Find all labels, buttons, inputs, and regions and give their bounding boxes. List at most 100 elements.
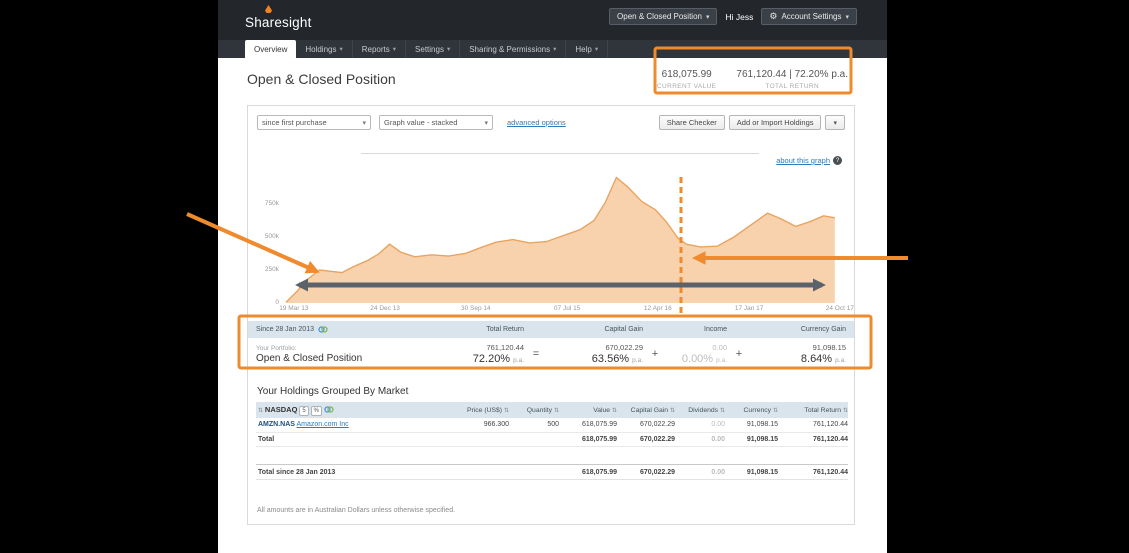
column-header-price[interactable]: Price (US$) ⇅ [444, 402, 509, 418]
tab-sharing-permissions[interactable]: Sharing & Permissions ▾ [460, 40, 567, 58]
cell-dividends: 0.00 [675, 464, 725, 480]
grand-total-row: Total since 28 Jan 2013 618,075.99 670,0… [256, 464, 848, 480]
tab-reports[interactable]: Reports ▾ [353, 40, 407, 58]
chevron-down-icon: ▾ [705, 13, 710, 21]
portfolio-identity: Your Portfolio: Open & Closed Position [256, 345, 429, 364]
overview-card: since first purchase ▾ Graph value - sta… [247, 105, 855, 525]
y-axis-tick-label: 250k [264, 265, 279, 273]
cell-capital-gain: 670,022.29 [617, 418, 675, 433]
column-header-total-return[interactable]: Total Return ⇅ [778, 402, 848, 418]
add-import-dropdown-button[interactable]: ▾ [825, 115, 845, 130]
sharesight-logo[interactable]: Sharesight [245, 5, 312, 32]
account-settings-button[interactable]: ⚙ Account Settings ▾ [761, 8, 857, 25]
total-return-pct: 72.20% [472, 353, 511, 365]
current-value-label: CURRENT VALUE [656, 83, 717, 90]
cell-dividends: 0.00 [675, 418, 725, 433]
column-header-income[interactable]: Income [667, 326, 727, 333]
tab-help[interactable]: Help ▾ [566, 40, 609, 58]
tab-overview[interactable]: Overview [245, 40, 297, 58]
holding-link[interactable]: Amazon.com Inc [297, 421, 349, 428]
chart-toolbar: since first purchase ▾ Graph value - sta… [257, 115, 845, 131]
chevron-down-icon: ▾ [553, 46, 557, 53]
x-axis-tick-label: 24 Oct 17 [825, 305, 854, 312]
cell-capital-gain: 670,022.29 [617, 464, 675, 480]
tab-label: Sharing & Permissions [469, 44, 551, 54]
capital-gain-amount: 670,022.29 [605, 343, 643, 352]
cell-total-return: 761,120.44 [778, 464, 848, 480]
column-header-quantity[interactable]: Quantity ⇅ [509, 402, 559, 418]
column-header-capital-gain[interactable]: Capital Gain [548, 326, 643, 333]
portfolio-selector-label: Open & Closed Position [617, 12, 702, 21]
column-header-currency[interactable]: Currency ⇅ [725, 402, 778, 418]
chart-y-axis: 0 250k 500k 750k [248, 156, 282, 306]
add-import-holdings-button[interactable]: Add or Import Holdings [728, 115, 822, 130]
period-select[interactable]: since first purchase ▾ [257, 115, 371, 130]
cell-value: 618,075.99 [559, 464, 617, 480]
holdings-actions: Share Checker Add or Import Holdings ▾ [658, 115, 845, 130]
account-settings-label: Account Settings [781, 12, 842, 21]
chevron-down-icon: ▾ [845, 13, 849, 21]
chart-x-axis: 19 Mar 13 24 Dec 13 30 Sep 14 07 Jul 15 12 A… [279, 305, 854, 314]
column-header-value[interactable]: Value ⇅ [559, 402, 617, 418]
currency-gain-amount: 91,098.15 [812, 343, 846, 352]
current-value: 618,075.99 [661, 69, 712, 80]
portfolio-name: Open & Closed Position [256, 352, 363, 364]
holding-row: AMZN.NAS Amazon.com Inc 966.300 500 618,… [256, 418, 848, 433]
tab-label: Help [575, 44, 592, 54]
app-window: Sharesight Open & Closed Position ▾ Hi J… [218, 0, 887, 553]
cell-currency: 91,098.15 [725, 418, 778, 433]
performance-summary: Since 28 Jan 2013 Total Return Capital G… [248, 321, 854, 372]
sort-icon: ⇅ [553, 407, 559, 414]
portfolio-selector-button[interactable]: Open & Closed Position ▾ [609, 8, 718, 25]
share-checker-button[interactable]: Share Checker [658, 115, 725, 130]
column-header-capital-gain[interactable]: Capital Gain ⇅ [617, 402, 675, 418]
sort-icon[interactable]: ⇅ [258, 408, 263, 414]
sharesight-logo-text: Sharesight [245, 15, 312, 30]
cell-value: 618,075.99 [559, 431, 617, 447]
performance-summary-header: Since 28 Jan 2013 Total Return Capital G… [248, 321, 854, 338]
grand-total-table: Total since 28 Jan 2013 618,075.99 670,0… [256, 464, 848, 480]
market-count-badge: 5 [299, 405, 309, 416]
pa-suffix: p.a. [632, 357, 643, 364]
header-actions: Open & Closed Position ▾ Hi Jess ⚙ Accou… [609, 8, 857, 25]
x-axis-tick-label: 30 Sep 14 [461, 305, 491, 312]
total-label: Total [256, 431, 444, 447]
gear-icon: ⚙ [769, 11, 778, 21]
capital-gain-pct: 63.56% [591, 353, 630, 365]
advanced-options-link[interactable]: advanced options [507, 118, 566, 127]
chart-area-fill [286, 177, 835, 303]
sort-icon: ⇅ [611, 407, 617, 414]
sort-icon: ⇅ [772, 407, 778, 414]
linked-portfolio-icon [324, 405, 334, 413]
x-axis-tick-label: 19 Mar 13 [279, 305, 309, 312]
cell-capital-gain: 670,022.29 [617, 431, 675, 447]
plus-operator: + [735, 348, 743, 360]
tab-holdings[interactable]: Holdings ▾ [296, 40, 353, 58]
tab-settings[interactable]: Settings ▾ [406, 40, 461, 58]
portfolio-prefix: Your Portfolio: [256, 344, 297, 352]
income-cell: 0.00 0.00% p.a. [667, 343, 727, 365]
column-header-currency-gain[interactable]: Currency Gain [751, 326, 846, 333]
portfolio-value-area-chart [285, 176, 835, 303]
market-total-row: Total 618,075.99 670,022.29 0.00 91,098.… [256, 431, 848, 447]
column-header-dividends[interactable]: Dividends ⇅ [675, 402, 725, 418]
percent-toggle-badge[interactable]: % [310, 405, 322, 416]
capital-gain-cell: 670,022.29 63.56% p.a. [548, 343, 643, 365]
graph-type-select[interactable]: Graph value - stacked ▾ [379, 115, 493, 130]
chevron-down-icon: ▾ [446, 46, 451, 53]
plus-operator: + [651, 348, 659, 360]
sort-icon: ⇅ [842, 407, 848, 414]
holdings-section-title: Your Holdings Grouped By Market [257, 386, 409, 397]
y-axis-tick-label: 750k [264, 199, 279, 207]
holding-name-cell: AMZN.NAS Amazon.com Inc [256, 418, 444, 433]
grand-total-label: Total since 28 Jan 2013 [256, 464, 444, 480]
income-pct: 0.00% [681, 353, 714, 365]
total-return-stat: 761,120.44 | 72.20% p.a. TOTAL RETURN [736, 69, 848, 90]
holding-code: AMZN.NAS [258, 421, 295, 429]
column-header-total-return[interactable]: Total Return [429, 326, 524, 333]
sort-icon: ⇅ [503, 407, 509, 414]
since-date: Since 28 Jan 2013 [256, 326, 429, 333]
graph-type-select-value: Graph value - stacked [384, 118, 458, 127]
pa-suffix: p.a. [835, 357, 846, 364]
chart-top-divider [361, 153, 759, 154]
